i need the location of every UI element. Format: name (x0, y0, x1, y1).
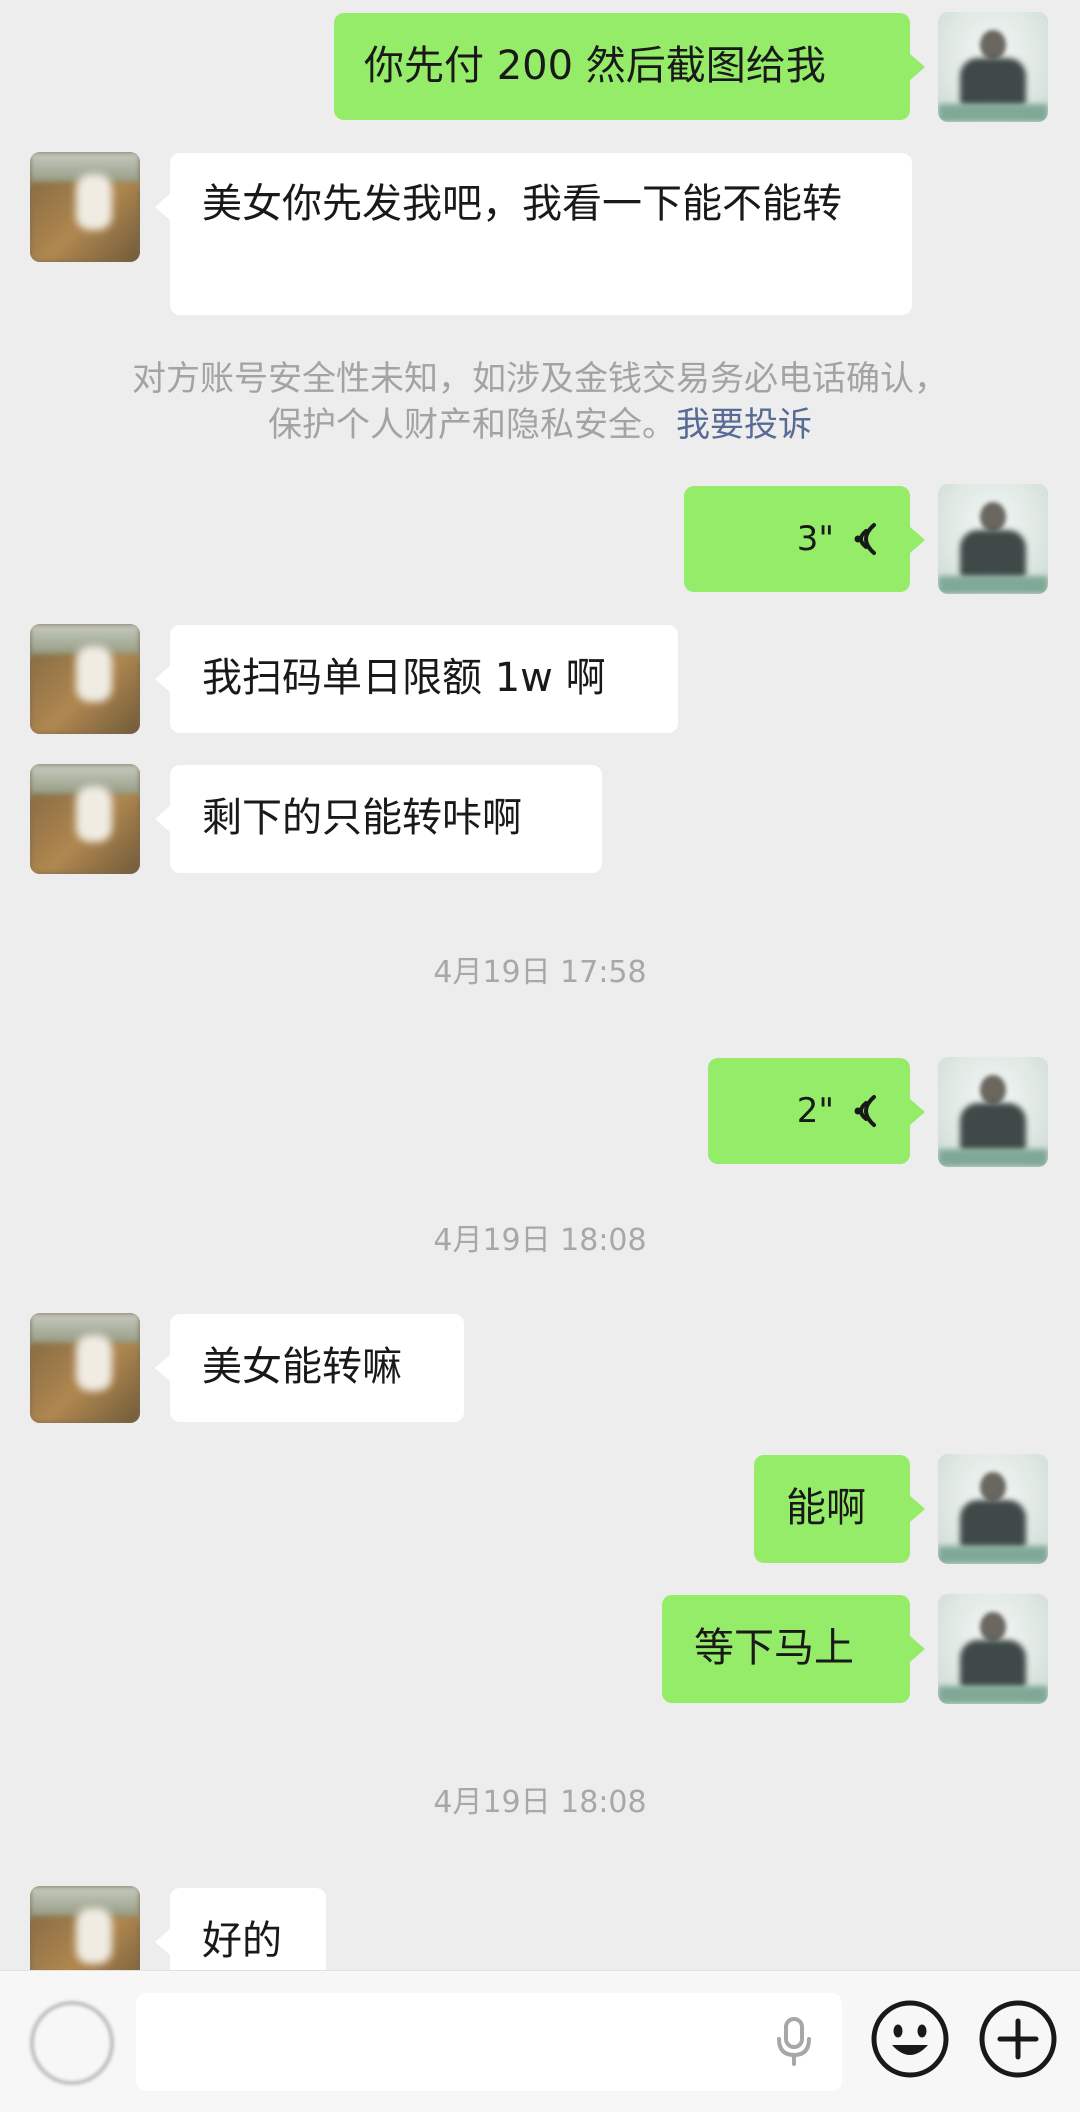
voice-toggle-icon[interactable] (30, 2001, 114, 2085)
voice-wave-icon (848, 1091, 880, 1131)
complain-link[interactable]: 我要投诉 (676, 405, 812, 445)
avatar-self[interactable] (938, 1057, 1048, 1167)
voice-message-outgoing[interactable]: 3" (684, 486, 925, 592)
avatar-contact[interactable] (30, 1886, 140, 1970)
security-notice: 对方账号安全性未知，如涉及金钱交易务必电话确认， 保护个人财产和隐私安全。我要投… (60, 356, 1020, 448)
voice-wave-icon (848, 519, 880, 559)
avatar-self[interactable] (938, 1594, 1048, 1704)
avatar-self[interactable] (938, 1454, 1048, 1564)
message-text: 我扫码单日限额 1w 啊 (202, 655, 606, 701)
timestamp: 4月19日 18:08 (433, 1223, 647, 1258)
emoji-icon[interactable] (868, 1997, 952, 2085)
message-text: 剩下的只能转咔啊 (202, 795, 522, 841)
message-text: 你先付 200 然后截图给我 (364, 43, 826, 89)
avatar-contact[interactable] (30, 624, 140, 734)
message-bubble-incoming[interactable]: 我扫码单日限额 1w 啊 (155, 625, 678, 733)
message-bubble-incoming[interactable]: 美女能转嘛 (155, 1314, 464, 1422)
timestamp: 4月19日 17:58 (433, 955, 647, 990)
message-bubble-outgoing[interactable]: 能啊 (754, 1455, 925, 1563)
message-bubble-incoming[interactable]: 美女你先发我吧，我看一下能不能转 (155, 153, 912, 315)
message-input[interactable] (136, 1993, 842, 2091)
avatar-contact[interactable] (30, 764, 140, 874)
plus-icon[interactable] (976, 1997, 1060, 2085)
voice-duration: 2" (796, 1091, 834, 1131)
message-bubble-outgoing[interactable]: 你先付 200 然后截图给我 (334, 13, 925, 120)
timestamp: 4月19日 18:08 (433, 1785, 647, 1820)
message-text: 好的 (202, 1918, 282, 1964)
notice-text-line1: 对方账号安全性未知，如涉及金钱交易务必电话确认， (132, 359, 948, 399)
notice-text-line2: 保护个人财产和隐私安全。 (268, 405, 676, 445)
voice-duration: 3" (796, 519, 834, 559)
avatar-contact[interactable] (30, 152, 140, 262)
message-text: 等下马上 (694, 1625, 854, 1671)
chat-area[interactable]: 你先付 200 然后截图给我 美女你先发我吧，我看一下能不能转 对方账号安全性未… (0, 0, 1080, 1970)
voice-message-outgoing[interactable]: 2" (708, 1058, 925, 1164)
message-bubble-incoming[interactable]: 好的 (155, 1888, 326, 1970)
avatar-contact[interactable] (30, 1313, 140, 1423)
avatar-self[interactable] (938, 484, 1048, 594)
message-bubble-incoming[interactable]: 剩下的只能转咔啊 (155, 765, 602, 873)
message-text: 能啊 (786, 1485, 866, 1531)
message-text: 美女能转嘛 (202, 1344, 402, 1390)
microphone-icon[interactable] (774, 2017, 814, 2071)
message-text: 美女你先发我吧，我看一下能不能转 (202, 181, 842, 227)
message-bubble-outgoing[interactable]: 等下马上 (662, 1595, 925, 1703)
input-bar (0, 1970, 1080, 2112)
avatar-self[interactable] (938, 12, 1048, 122)
